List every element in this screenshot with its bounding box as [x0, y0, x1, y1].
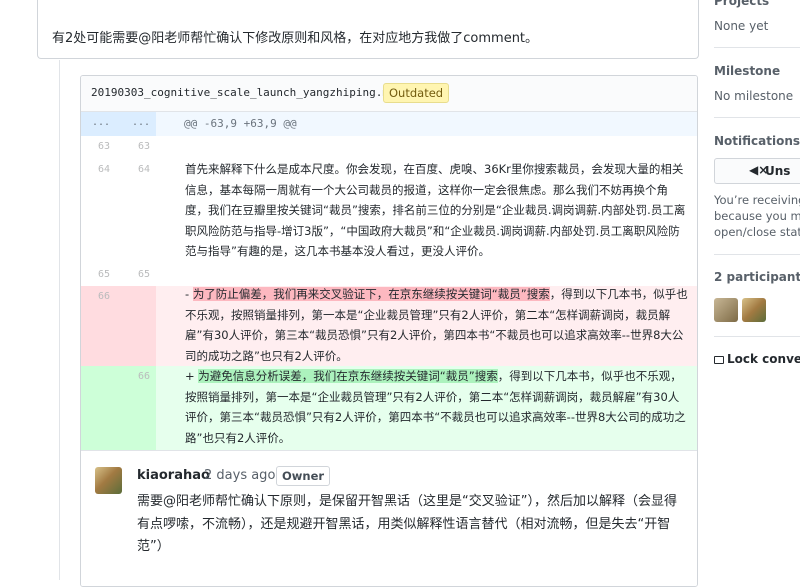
- word-highlight: 为避免信息分析误差，我们在京东继续按关键词“裁员”搜索: [198, 369, 498, 383]
- word-highlight: 为了防止偏差，我们再来交叉验证下，在京东继续按关键词“裁员”搜索: [192, 287, 550, 301]
- divider: [714, 336, 800, 337]
- review-body: 有2处可能需要@阳老师帮忙确认下修改原则和风格，在对应地方我做了comment。: [52, 31, 539, 46]
- participants-heading: 2 participants: [714, 270, 800, 284]
- new-line-number[interactable]: 63: [116, 136, 156, 156]
- comment-body: 需要@阳老师帮忙确认下原则，是保留开智黑话（这里是“交叉验证”），然后加以解释（…: [137, 494, 677, 554]
- diff-row: 64 64 首先来解释下什么是成本尺度。你会发现，在百度、虎嗅、36Kr里你搜索…: [81, 156, 697, 264]
- diff-line-content: - 为了防止偏差，我们再来交叉验证下，在京东继续按关键词“裁员”搜索，得到以下几…: [185, 284, 690, 366]
- review-summary: 有2处可能需要@阳老师帮忙确认下修改原则和风格，在对应地方我做了comment。: [37, 0, 699, 59]
- conversation-main: 有2处可能需要@阳老师帮忙确认下修改原则和风格，在对应地方我做了comment。…: [0, 0, 700, 587]
- projects-heading[interactable]: Projects: [714, 0, 769, 8]
- review-thread-file: 20190303_cognitive_scale_launch_yangzhip…: [80, 75, 698, 587]
- notification-reason-line: open/close state: [714, 225, 800, 239]
- mute-icon: ◀×: [749, 163, 769, 177]
- new-line-number[interactable]: [116, 286, 156, 366]
- expand-down-button[interactable]: ...: [116, 112, 156, 136]
- diff-line-content: + 为避免信息分析误差，我们在京东继续按关键词“裁员”搜索，得到以下几本书，似乎…: [185, 366, 690, 448]
- diff-line-content: 首先来解释下什么是成本尺度。你会发现，在百度、虎嗅、36Kr里你搜索裁员，会发现…: [185, 162, 686, 258]
- expand-up-button[interactable]: ...: [81, 112, 116, 136]
- new-line-number[interactable]: 65: [116, 264, 156, 286]
- new-line-number[interactable]: 64: [116, 156, 156, 264]
- outdated-badge: Outdated: [383, 83, 450, 103]
- owner-badge: Owner: [276, 466, 331, 486]
- file-header: 20190303_cognitive_scale_launch_yangzhip…: [81, 76, 697, 112]
- diff-sign: +: [185, 369, 195, 383]
- unsubscribe-label: Uns: [765, 164, 791, 178]
- old-line-number[interactable]: 65: [81, 264, 116, 286]
- review-comment: kiaorahao 2 days ago Owner 需要@阳老师帮忙确认下原则…: [81, 450, 697, 586]
- divider: [714, 47, 800, 48]
- hunk-header-row: ... ... @@ -63,9 +63,9 @@: [81, 112, 697, 136]
- projects-value: None yet: [714, 19, 769, 33]
- old-line-number[interactable]: 64: [81, 156, 116, 264]
- diff-row-added: 66 + 为避免信息分析误差，我们在京东继续按关键词“裁员”搜索，得到以下几本书…: [81, 366, 697, 450]
- notifications-heading: Notifications: [714, 134, 800, 148]
- unsubscribe-button[interactable]: ◀× Uns: [714, 158, 800, 184]
- sidebar: Projects None yet Milestone No milestone…: [700, 0, 800, 573]
- notification-reason-line: You’re receiving: [714, 193, 800, 207]
- comment-author[interactable]: kiaorahao: [137, 468, 210, 483]
- lock-label: Lock convers: [727, 352, 800, 366]
- divider: [714, 117, 800, 118]
- comment-timestamp[interactable]: 2 days ago: [204, 468, 275, 483]
- lock-conversation-button[interactable]: Lock convers: [714, 352, 800, 366]
- diff-row: 63 63: [81, 136, 697, 156]
- file-path[interactable]: 20190303_cognitive_scale_launch_yangzhip…: [91, 86, 396, 99]
- diff-row-deleted: 66 - 为了防止偏差，我们再来交叉验证下，在京东继续按关键词“裁员”搜索，得到…: [81, 286, 697, 366]
- lock-icon: [714, 356, 724, 364]
- participant-avatar[interactable]: [714, 298, 738, 322]
- diff-sign: -: [185, 287, 190, 301]
- milestone-heading[interactable]: Milestone: [714, 64, 780, 78]
- milestone-value: No milestone: [714, 89, 794, 103]
- divider: [714, 254, 800, 255]
- timeline-line: [59, 60, 60, 580]
- diff-row: 65 65: [81, 264, 697, 286]
- new-line-number[interactable]: 66: [116, 366, 156, 450]
- old-line-number[interactable]: 63: [81, 136, 116, 156]
- old-line-number[interactable]: [81, 366, 116, 450]
- old-line-number[interactable]: 66: [81, 286, 116, 366]
- avatar[interactable]: [95, 467, 122, 494]
- hunk-header: @@ -63,9 +63,9 @@: [184, 117, 297, 130]
- notification-reason-line: because you mo: [714, 209, 800, 223]
- participant-avatar[interactable]: [742, 298, 766, 322]
